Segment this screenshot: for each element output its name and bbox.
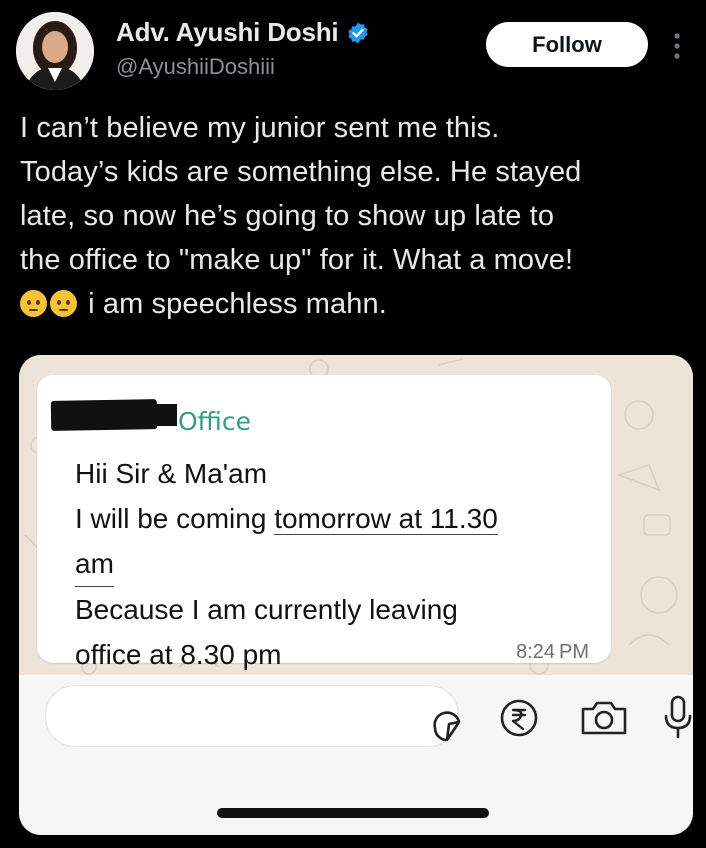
message-line: Because I am currently leaving [75, 594, 458, 625]
message-bubble[interactable]: Office Hii Sir & Ma'am I will be coming … [37, 375, 611, 670]
tweet-line: the office to "make up" for it. What a m… [20, 244, 574, 276]
raised-eyebrow-emoji-icon [20, 290, 47, 317]
tweet-line: I can’t believe my junior sent me this. [20, 112, 500, 144]
message-line-part: I will be coming [75, 503, 275, 534]
tweet-line: Today’s kids are something else. He stay… [20, 156, 582, 188]
message-line: am [75, 541, 114, 587]
follow-button[interactable]: Follow [486, 22, 648, 67]
chat-wallpaper: Office Hii Sir & Ma'am I will be coming … [19, 355, 693, 675]
verified-badge-icon [348, 22, 368, 43]
tweet-line: late, so now he’s going to show up late … [20, 200, 555, 232]
camera-icon[interactable] [579, 699, 629, 737]
message-sender: Office [178, 407, 251, 436]
message-line: I will be coming tomorrow at 11.30 [75, 496, 595, 541]
microphone-icon[interactable] [663, 694, 693, 740]
message-date-link[interactable]: tomorrow at 11.30 [274, 503, 498, 535]
author-handle[interactable]: @AyushiiDoshiii [116, 54, 275, 80]
author-name-row: Adv. Ayushi Doshi [116, 17, 370, 48]
message-line: Hii Sir & Ma'am [75, 458, 268, 489]
author-name[interactable]: Adv. Ayushi Doshi [116, 17, 339, 48]
sticker-icon[interactable] [429, 710, 465, 746]
attached-chat-screenshot[interactable]: Office Hii Sir & Ma'am I will be coming … [19, 355, 693, 835]
home-indicator [217, 808, 489, 818]
rupee-icon[interactable] [499, 698, 539, 738]
message-input[interactable] [45, 685, 461, 747]
raised-eyebrow-emoji-icon [50, 290, 77, 317]
message-timestamp: 8:24 PM [516, 641, 589, 663]
avatar-image [16, 12, 94, 90]
avatar[interactable] [16, 12, 94, 90]
tweet-text: I can’t believe my junior sent me this. … [20, 106, 690, 326]
redacted-sender-name-extra [137, 404, 177, 426]
more-vertical-icon[interactable] [673, 32, 681, 60]
tweet-line-last: i am speechless mahn. [20, 282, 690, 326]
chat-input-bar [19, 675, 693, 835]
tweet-last-text: i am speechless mahn. [88, 288, 387, 320]
